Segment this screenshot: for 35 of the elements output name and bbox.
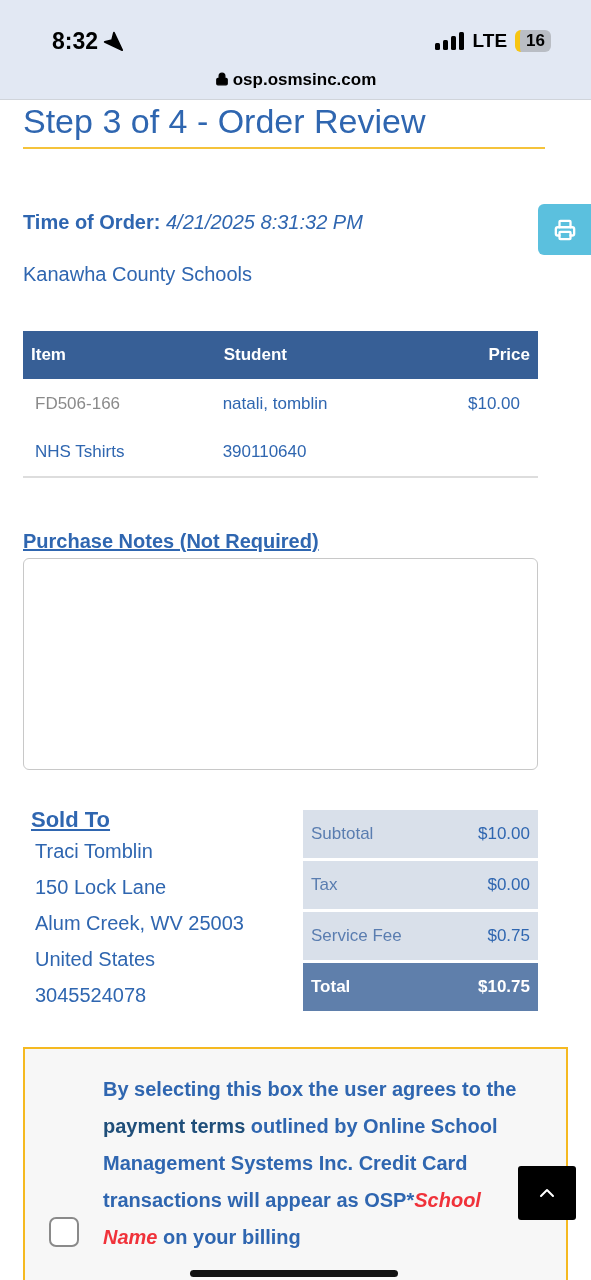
battery-indicator: 16 (515, 30, 551, 53)
address-line: 150 Lock Lane (34, 875, 168, 900)
address-line: Alum Creek, WV 25003 (34, 911, 245, 936)
notes-field[interactable] (23, 558, 538, 770)
sold-to-heading: Sold To (31, 807, 112, 833)
column-header: Item (23, 331, 195, 379)
address-line: Traci Tomblin (34, 839, 154, 864)
table-cell: $10.00 (468, 393, 520, 413)
notes-label: Purchase Notes (Not Required) (23, 529, 320, 554)
location-arrow-icon (102, 30, 125, 53)
clock-time: 8:32 (52, 27, 99, 56)
total-row: Total $10.75 (303, 963, 538, 1011)
table-cell: 390110640 (222, 442, 307, 462)
column-header: Student (194, 331, 414, 379)
signal-icon (434, 32, 465, 51)
network-label: LTE (472, 29, 508, 53)
print-button[interactable] (538, 204, 591, 255)
summary-row: Tax $0.00 (303, 861, 538, 909)
lock-icon (214, 72, 229, 87)
table-cell: natali, tomblin (222, 393, 328, 413)
agreement-text: By selecting this box the user agrees to the payment terms outlined by Online School Management Systems Inc. Credit Card transactions will appear as OSP*School Name on your billing (103, 1077, 517, 1250)
summary-row: Subtotal $10.00 (303, 810, 538, 858)
column-header: Price (413, 331, 538, 379)
table-cell: FD506-166 (35, 393, 121, 413)
school-name: Kanawha County Schools (23, 262, 254, 287)
order-time: Time of Order: 4/21/2025 8:31:32 PM (23, 210, 364, 235)
url-text[interactable]: osp.osmsinc.com (232, 66, 377, 92)
page-title: Step 3 of 4 - Order Review (23, 100, 545, 149)
printer-icon (554, 218, 576, 241)
address-line: 3045524078 (34, 983, 148, 1008)
table-cell: NHS Tshirts (35, 442, 125, 462)
summary-row: Service Fee $0.75 (303, 912, 538, 960)
agreement-checkbox[interactable] (49, 1217, 79, 1247)
scroll-to-top-button[interactable] (518, 1166, 576, 1220)
address-line: United States (34, 947, 157, 972)
